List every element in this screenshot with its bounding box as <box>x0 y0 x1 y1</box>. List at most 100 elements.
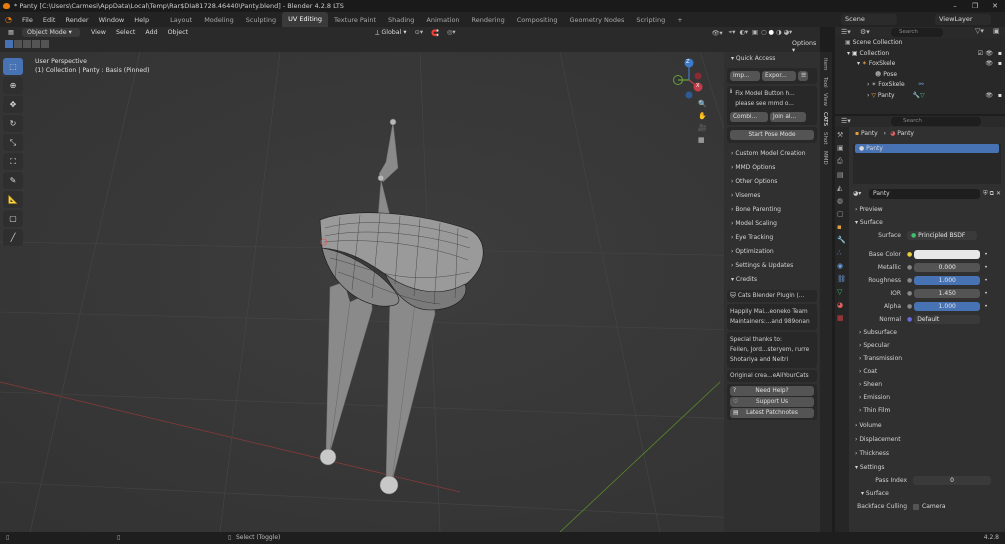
material-tab-icon[interactable]: ◕ <box>837 301 847 309</box>
tab-geometry-nodes[interactable]: Geometry Nodes <box>564 16 631 24</box>
orientation-dropdown[interactable]: ⟂ Global ▾ <box>371 29 410 37</box>
material-slot-selected[interactable]: ● Panty <box>855 144 999 153</box>
outliner-row-panty[interactable]: › ▽ Panty 🔧▽ 👁 ▪ <box>835 91 1005 102</box>
import-button[interactable]: Imp... <box>730 71 760 81</box>
select-subtract-icon[interactable] <box>23 40 31 48</box>
checkbox-icon[interactable]: ☑ <box>978 49 983 60</box>
render-tab-icon[interactable]: ▣ <box>837 144 847 152</box>
rotate-tool[interactable]: ↻ <box>3 115 23 132</box>
menu-window[interactable]: Window <box>94 16 130 24</box>
tab-shot[interactable]: Shot <box>822 132 828 145</box>
fake-user-icon[interactable]: ⛨ <box>983 190 988 198</box>
tab-scripting[interactable]: Scripting <box>630 16 671 24</box>
displacement-section[interactable]: › Displacement <box>849 433 1005 446</box>
quick-access-header[interactable]: ▾ Quick Access <box>724 52 820 66</box>
eye-icon[interactable]: 👁 <box>985 59 993 70</box>
zoom-icon[interactable]: 🔍 <box>698 100 707 108</box>
section-mmd-options[interactable]: › MMD Options <box>724 161 820 175</box>
thin-film-section[interactable]: › Thin Film <box>849 404 1005 417</box>
shading-solid-icon[interactable]: ● <box>768 29 776 36</box>
maximize-button[interactable]: ❐ <box>965 0 985 12</box>
camera-icon[interactable]: ▪ <box>998 59 1002 70</box>
preview-section[interactable]: › Preview <box>849 203 1005 216</box>
outliner-row-pose[interactable]: ☻ Pose <box>835 70 1005 81</box>
shading-material-icon[interactable]: ◑ <box>775 29 783 36</box>
outliner-editor-icon[interactable]: ☰▾ <box>841 28 851 36</box>
specular-section[interactable]: › Specular <box>849 339 1005 352</box>
duplicate-icon[interactable]: ⧉ <box>990 190 994 198</box>
pan-hand-icon[interactable]: ✋ <box>698 112 707 120</box>
scale-tool[interactable]: ⤡ <box>3 134 23 151</box>
menu-edit[interactable]: Edit <box>38 16 61 24</box>
export-button[interactable]: Expor... <box>762 71 796 81</box>
tab-shading[interactable]: Shading <box>382 16 420 24</box>
shading-wireframe-icon[interactable]: ○ <box>760 29 768 36</box>
alpha-field[interactable]: 1.000 <box>914 302 981 311</box>
move-tool[interactable]: ✥ <box>3 96 23 113</box>
menu-file[interactable]: File <box>17 16 38 24</box>
add-workspace-button[interactable]: + <box>671 16 688 24</box>
navigation-gizmo[interactable]: Z X <box>670 58 720 108</box>
tab-mmd[interactable]: MMD <box>822 151 828 165</box>
snap-icon[interactable]: 🧲 <box>427 29 443 37</box>
settings-section[interactable]: ▾ Settings <box>849 461 1005 474</box>
socket-dot-icon[interactable]: • <box>984 264 988 271</box>
menu-help[interactable]: Help <box>129 16 154 24</box>
tool-tab-icon[interactable]: ⚒ <box>837 131 847 139</box>
mode-dropdown[interactable]: Object Mode ▾ <box>22 28 80 37</box>
section-other-options[interactable]: › Other Options <box>724 175 820 189</box>
tab-sculpting[interactable]: Sculpting <box>240 16 282 24</box>
view-layer-tab-icon[interactable]: ▤ <box>837 171 847 179</box>
visibility-icon[interactable]: 👁▾ <box>708 29 727 37</box>
new-collection-icon[interactable]: ▣ <box>993 27 1000 35</box>
overlay-toggle-icon[interactable]: ◐▾ <box>737 29 750 36</box>
menu-render[interactable]: Render <box>60 16 93 24</box>
physics-tab-icon[interactable]: ◉ <box>837 262 847 270</box>
view-menu[interactable]: View <box>86 29 111 36</box>
tab-cats[interactable]: CATS <box>822 112 828 126</box>
socket-dot-icon[interactable]: • <box>984 290 988 297</box>
xray-icon[interactable]: ▣ <box>750 29 760 36</box>
collection-tab-icon[interactable]: ▢ <box>837 210 847 218</box>
material-slot-list[interactable]: ● Panty + − <box>853 144 1001 184</box>
3d-viewport[interactable]: User Perspective (1) Collection | Panty … <box>0 52 820 532</box>
roughness-field[interactable]: 1.000 <box>914 276 981 285</box>
minimize-button[interactable]: – <box>945 0 965 12</box>
viewlayer-selector[interactable]: ViewLayer <box>935 14 991 25</box>
filter-icon[interactable]: ▽▾ <box>975 27 984 35</box>
transmission-section[interactable]: › Transmission <box>849 352 1005 365</box>
proportional-edit-icon[interactable]: ◎▾ <box>443 29 460 36</box>
section-model-scaling[interactable]: › Model Scaling <box>724 217 820 231</box>
data-tab-icon[interactable]: ▽ <box>837 288 847 296</box>
need-help-button[interactable]: ? Need Help? <box>730 386 814 396</box>
select-menu[interactable]: Select <box>111 29 140 36</box>
eye-icon[interactable]: 👁 <box>985 91 993 102</box>
thickness-section[interactable]: › Thickness <box>849 447 1005 460</box>
tab-uv-editing[interactable]: UV Editing <box>282 12 329 27</box>
section-custom-model-creation[interactable]: › Custom Model Creation <box>724 147 820 161</box>
outliner-search-input[interactable]: Search <box>891 28 943 37</box>
sheen-section[interactable]: › Sheen <box>849 378 1005 391</box>
gizmo-toggle-icon[interactable]: ⌖▾ <box>727 29 738 37</box>
section-credits[interactable]: ▾ Credits <box>724 273 820 287</box>
section-settings-updates[interactable]: › Settings & Updates <box>724 259 820 273</box>
outliner-row-foxskele-armature[interactable]: ▾ ✶ FoxSkele 👁 ▪ <box>835 59 1005 70</box>
material-name-field[interactable]: Panty <box>869 188 981 199</box>
knife-tool[interactable]: ╱ <box>3 229 23 246</box>
section-optimization[interactable]: › Optimization <box>724 245 820 259</box>
camera-icon[interactable]: 🎥 <box>698 124 707 132</box>
ior-field[interactable]: 1.450 <box>914 289 981 298</box>
emission-section[interactable]: › Emission <box>849 391 1005 404</box>
select-extend-icon[interactable] <box>14 40 22 48</box>
material-browse-icon[interactable]: ◕▾ <box>853 190 869 197</box>
section-bone-parenting[interactable]: › Bone Parenting <box>724 203 820 217</box>
surface-shader-field[interactable]: ● Principled BSDF <box>907 231 977 240</box>
outliner-row-foxskele-data[interactable]: › ✶ FoxSkele ⚯ <box>835 80 1005 91</box>
volume-section[interactable]: › Volume <box>849 419 1005 432</box>
unlink-icon[interactable]: ✕ <box>996 190 1001 197</box>
tab-texture-paint[interactable]: Texture Paint <box>328 16 382 24</box>
shading-rendered-icon[interactable]: ◕▾ <box>783 29 794 36</box>
modifier-tab-icon[interactable]: 🔧 <box>837 236 847 244</box>
select-new-icon[interactable] <box>5 40 13 48</box>
grid-toggle-icon[interactable]: ▦ <box>698 136 707 144</box>
